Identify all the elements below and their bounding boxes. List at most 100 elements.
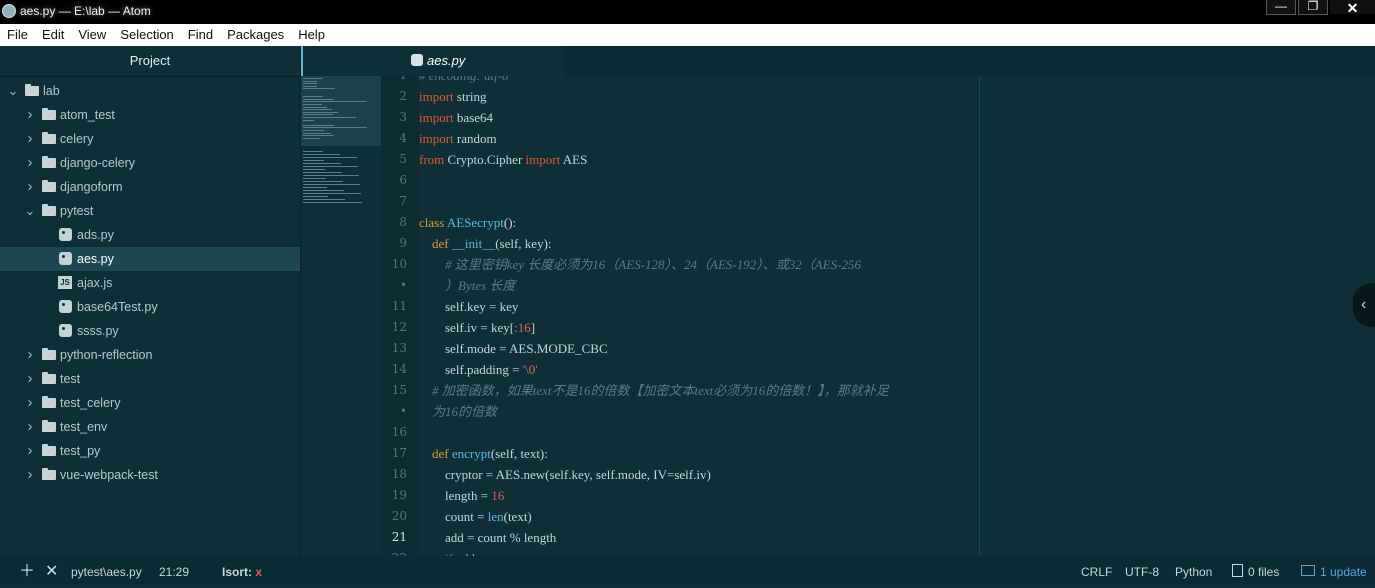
- tree-item-ajax-js[interactable]: JS ajax.js: [0, 271, 300, 295]
- menu-file[interactable]: File: [0, 24, 35, 46]
- chevron-right-icon[interactable]: ›: [23, 415, 37, 439]
- code-token: import: [419, 89, 454, 104]
- minimap-line: [303, 111, 339, 113]
- chevron-right-icon[interactable]: ›: [23, 367, 37, 391]
- line-ending-selector[interactable]: CRLF: [1081, 556, 1112, 588]
- code-line[interactable]: import base64: [419, 107, 493, 128]
- code-line[interactable]: if add:: [419, 548, 479, 556]
- tree-item-vue-webpack-test[interactable]: › vue-webpack-test: [0, 463, 300, 487]
- tree-item-base64test-py[interactable]: base64Test.py: [0, 295, 300, 319]
- tree-item-pytest[interactable]: ⌄ pytest: [0, 199, 300, 223]
- code-token: self.padding =: [419, 362, 523, 377]
- line-number: 13: [391, 341, 407, 355]
- menu-help[interactable]: Help: [291, 24, 332, 46]
- maximize-button[interactable]: ❐: [1298, 0, 1328, 15]
- update-notification[interactable]: 1 update: [1301, 556, 1367, 588]
- code-line[interactable]: ）Bytes 长度: [419, 275, 515, 296]
- tree-item-label: ssss.py: [77, 324, 119, 338]
- tree-item-atom-test[interactable]: › atom_test: [0, 103, 300, 127]
- minimize-button[interactable]: —: [1266, 0, 1296, 15]
- code-token: self.iv = key[: [419, 320, 515, 335]
- tree-item-lab[interactable]: ⌄ lab: [0, 79, 300, 103]
- encoding-selector[interactable]: UTF-8: [1125, 556, 1159, 588]
- code-line[interactable]: self.key = key: [419, 296, 518, 317]
- code-line[interactable]: self.iv = key[:16]: [419, 317, 535, 338]
- update-icon: [1301, 565, 1315, 576]
- tree-item-test-env[interactable]: › test_env: [0, 415, 300, 439]
- tree-item-label: test_celery: [60, 396, 121, 410]
- code-line[interactable]: class AESecrypt():: [419, 212, 516, 233]
- minimap-line: [303, 132, 331, 134]
- close-icon[interactable]: ✕: [45, 556, 58, 588]
- file-path[interactable]: pytest\aes.py: [71, 556, 142, 588]
- chevron-right-icon[interactable]: ›: [23, 175, 37, 199]
- chevron-right-icon[interactable]: ›: [23, 151, 37, 175]
- dock-toggle-chevron-left-icon[interactable]: ‹: [1353, 283, 1375, 327]
- code-token: from: [419, 152, 445, 167]
- chevron-right-icon[interactable]: ›: [23, 343, 37, 367]
- chevron-right-icon[interactable]: ›: [23, 463, 37, 487]
- code-line[interactable]: self.padding = '\0': [419, 359, 538, 380]
- tab-aes-py[interactable]: aes.py: [301, 46, 564, 76]
- minimap-line: [303, 83, 318, 85]
- menu-find[interactable]: Find: [181, 24, 220, 46]
- code-line[interactable]: add = count % length: [419, 527, 556, 548]
- menu-edit[interactable]: Edit: [35, 24, 71, 46]
- tree-item-test-celery[interactable]: › test_celery: [0, 391, 300, 415]
- code-line[interactable]: from Crypto.Cipher import AES: [419, 149, 587, 170]
- menu-selection[interactable]: Selection: [113, 24, 180, 46]
- close-button[interactable]: ✕: [1330, 0, 1375, 16]
- code-text[interactable]: # encoding: utf-8import stringimport bas…: [419, 76, 979, 556]
- isort-status[interactable]: Isort: x: [222, 556, 262, 588]
- code-line[interactable]: def encrypt(self, text):: [419, 443, 548, 464]
- code-line[interactable]: 为16的倍数: [419, 401, 497, 422]
- add-icon[interactable]: ＋: [19, 556, 35, 588]
- code-line[interactable]: count = len(text): [419, 506, 532, 527]
- git-files-status[interactable]: 0 files: [1232, 556, 1279, 588]
- code-token: random: [453, 131, 497, 146]
- tree-item-ads-py[interactable]: ads.py: [0, 223, 300, 247]
- code-token: import: [419, 131, 454, 146]
- tree-item-djangoform[interactable]: › djangoform: [0, 175, 300, 199]
- code-token: add = count % length: [419, 530, 557, 545]
- folder-icon: [42, 108, 56, 120]
- minimap[interactable]: [301, 76, 381, 556]
- tree-item-celery[interactable]: › celery: [0, 127, 300, 151]
- tree-item-aes-py[interactable]: aes.py: [0, 247, 300, 271]
- chevron-down-icon[interactable]: ⌄: [23, 199, 37, 223]
- code-line[interactable]: # encoding: utf-8: [419, 76, 509, 86]
- chevron-down-icon[interactable]: ⌄: [6, 79, 20, 103]
- code-line[interactable]: def __init__(self, key):: [419, 233, 552, 254]
- tree-item-test[interactable]: › test: [0, 367, 300, 391]
- tree-item-django-celery[interactable]: › django-celery: [0, 151, 300, 175]
- code-line[interactable]: # 加密函数，如果text不是16的倍数【加密文本text必须为16的倍数！】，…: [419, 380, 889, 401]
- code-line[interactable]: # 这里密钥key 长度必须为16（AES-128）、24（AES-192）、或…: [419, 254, 861, 275]
- chevron-right-icon[interactable]: ›: [23, 103, 37, 127]
- tree-item-test-py[interactable]: › test_py: [0, 439, 300, 463]
- line-number: 22: [381, 548, 407, 556]
- folder-icon: [42, 420, 56, 432]
- tree-item-label: lab: [43, 84, 60, 98]
- tree-item-python-reflection[interactable]: › python-reflection: [0, 343, 300, 367]
- code-line[interactable]: self.mode = AES.MODE_CBC: [419, 338, 608, 359]
- tree-item-ssss-py[interactable]: ssss.py: [0, 319, 300, 343]
- code-token: encrypt: [451, 446, 491, 461]
- line-number: 16: [391, 425, 407, 439]
- code-line[interactable]: import random: [419, 128, 497, 149]
- code-line[interactable]: length = 16: [419, 485, 504, 506]
- cursor-position[interactable]: 21:29: [159, 556, 189, 588]
- code-token: ]: [530, 320, 536, 335]
- chevron-right-icon[interactable]: ›: [23, 439, 37, 463]
- code-line[interactable]: cryptor = AES.new(self.key, self.mode, I…: [419, 464, 711, 485]
- chevron-right-icon[interactable]: ›: [23, 391, 37, 415]
- grammar-selector[interactable]: Python: [1175, 556, 1212, 588]
- menu-view[interactable]: View: [71, 24, 113, 46]
- code-token: # 这里密钥key 长度必须为16（AES-128）、24（AES-192）、或…: [445, 257, 861, 272]
- folder-icon: [42, 156, 56, 168]
- chevron-right-icon[interactable]: ›: [23, 127, 37, 151]
- code-editor[interactable]: 12345678910•1112131415•16171819202122 # …: [301, 76, 1375, 556]
- code-line[interactable]: import string: [419, 86, 487, 107]
- menu-packages[interactable]: Packages: [220, 24, 291, 46]
- update-count: 1 update: [1320, 565, 1367, 579]
